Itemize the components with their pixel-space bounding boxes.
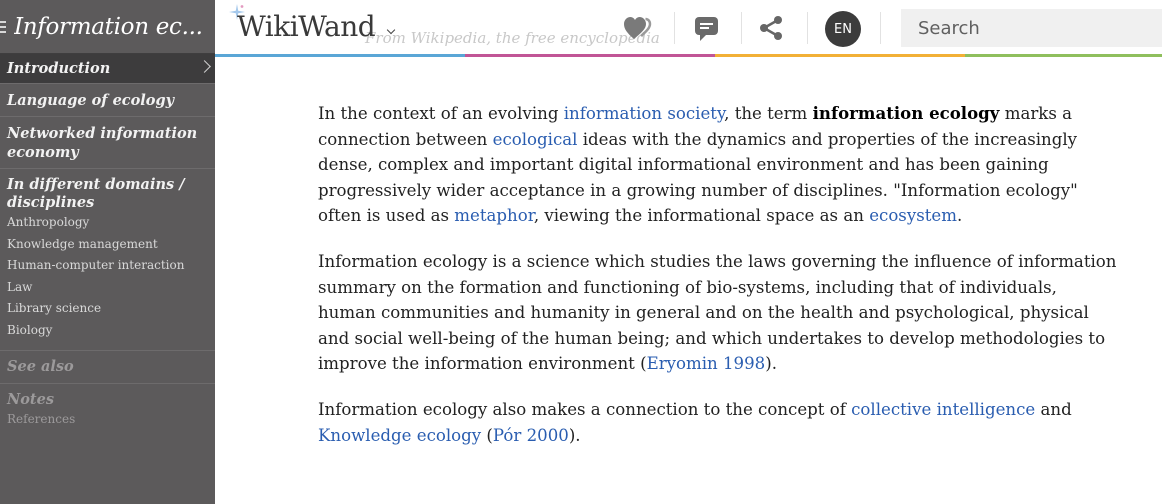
search-input[interactable] (901, 9, 1162, 47)
menu-icon[interactable] (0, 20, 8, 33)
text-run: ( (481, 425, 493, 445)
link-information-society[interactable]: information society (564, 104, 724, 123)
text-run: . (956, 206, 963, 226)
link-collective-intelligence[interactable]: collective intelligence (851, 400, 1035, 419)
language-button[interactable]: EN (825, 11, 861, 47)
divider (807, 12, 808, 44)
strip-segment (215, 54, 465, 57)
divider (741, 12, 742, 44)
link-eryomin-1998[interactable]: Eryomin 1998 (647, 354, 766, 373)
toc-subitem-human-computer-interaction[interactable]: Human-computer interaction (7, 255, 208, 277)
paragraph: Information ecology also makes a connect… (318, 397, 1118, 448)
toc-subitem-biology[interactable]: Biology (7, 320, 208, 342)
text-run: In the context of an evolving (318, 104, 564, 123)
link-metaphor[interactable]: metaphor (454, 206, 534, 225)
chevron-down-icon[interactable] (386, 25, 396, 35)
link-por-2000[interactable]: Pór 2000 (493, 426, 569, 445)
toc-subitem-law[interactable]: Law (7, 277, 208, 299)
strip-segment (715, 54, 965, 57)
toc-item-networked-information-economy[interactable]: Networked information economy (0, 117, 215, 169)
comment-icon[interactable] (693, 14, 723, 42)
toc-section-domains: In different domains / disciplines Anthr… (0, 169, 215, 351)
divider (880, 12, 881, 44)
toc-item-introduction[interactable]: Introduction (0, 54, 215, 84)
text-run: ). (765, 354, 777, 374)
toc-item-language-of-ecology[interactable]: Language of ecology (0, 84, 215, 117)
toc-item-label: Introduction (7, 60, 111, 77)
toc-subitem-knowledge-management[interactable]: Knowledge management (7, 234, 208, 256)
toc-item-in-different-domains[interactable]: In different domains / disciplines (7, 176, 208, 212)
toc-subitem-library-science[interactable]: Library science (7, 298, 208, 320)
link-knowledge-ecology[interactable]: Knowledge ecology (318, 426, 481, 445)
paragraph: Information ecology is a science which s… (318, 249, 1118, 377)
toc-section-see-also: See also (0, 351, 215, 384)
paragraph: In the context of an evolving informatio… (318, 101, 1118, 229)
heart-icon[interactable] (623, 14, 653, 42)
toc-section-notes: Notes References (0, 384, 215, 434)
tagline: From Wikipedia, the free encyclopedia (365, 29, 660, 47)
wikiwand-logo[interactable]: WikiWand (237, 10, 376, 43)
strip-segment (465, 54, 715, 57)
link-ecological[interactable]: ecological (493, 130, 578, 149)
strip-segment (965, 54, 1162, 57)
top-bar: From Wikipedia, the free encyclopedia Wi… (215, 0, 1162, 57)
text-run: , the term (724, 104, 813, 123)
text-run: ). (568, 425, 581, 445)
text-run: and (1035, 399, 1072, 419)
sidebar: Information ec... Introduction Language … (0, 0, 215, 504)
text-run: , viewing the informational space as an (533, 206, 870, 226)
link-ecosystem[interactable]: ecosystem (869, 206, 957, 225)
chevron-right-icon (198, 60, 211, 73)
color-strip (215, 54, 1162, 57)
toc-item-notes[interactable]: Notes (7, 390, 208, 410)
toc-item-see-also[interactable]: See also (7, 357, 208, 377)
article-body: In the context of an evolving informatio… (318, 101, 1118, 468)
text-run: Information ecology also makes a connect… (318, 399, 852, 419)
bold-term: information ecology (812, 103, 1000, 123)
divider (674, 12, 675, 44)
toc-subitem-anthropology[interactable]: Anthropology (7, 212, 208, 234)
sidebar-title-bar[interactable]: Information ec... (0, 0, 215, 54)
share-icon[interactable] (757, 14, 787, 42)
toc-subitem-references[interactable]: References (7, 410, 208, 428)
sidebar-article-title[interactable]: Information ec... (14, 14, 203, 40)
